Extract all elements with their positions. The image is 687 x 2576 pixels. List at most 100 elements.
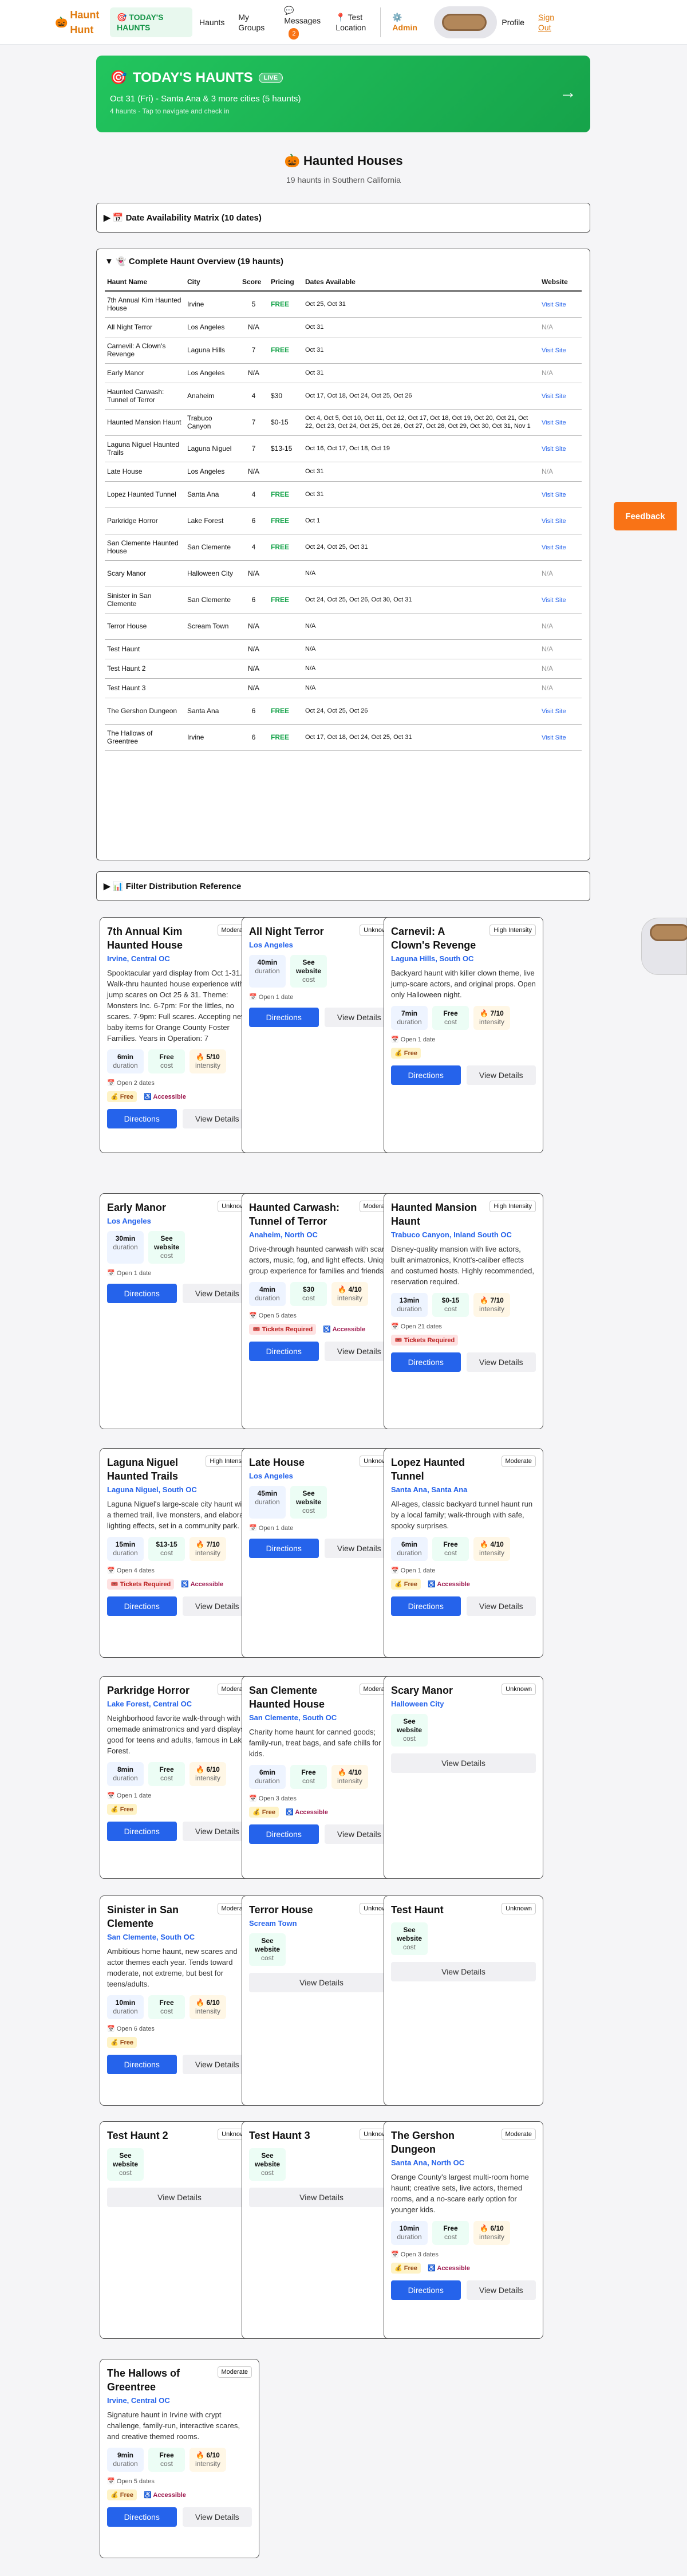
- haunt-title[interactable]: Lopez Haunted Tunnel: [391, 1456, 498, 1483]
- view-details-button[interactable]: View Details: [391, 1753, 536, 1773]
- sign-out-link[interactable]: Sign Out: [538, 12, 561, 33]
- directions-button[interactable]: Directions: [107, 2507, 177, 2527]
- haunt-card[interactable]: Sinister in San Clemente Moderate San Clem…: [100, 1895, 259, 2106]
- view-details-button[interactable]: View Details: [391, 1962, 536, 1981]
- haunt-title[interactable]: Haunted Carwash: Tunnel of Terror: [249, 1201, 356, 1228]
- directions-button[interactable]: Directions: [107, 1284, 177, 1303]
- visit-site-link[interactable]: Visit Site: [542, 597, 566, 604]
- haunt-title[interactable]: Test Haunt: [391, 1903, 444, 1917]
- directions-button[interactable]: Directions: [249, 1539, 319, 1558]
- nav-haunts[interactable]: Haunts: [192, 13, 231, 32]
- visit-site-link[interactable]: Visit Site: [542, 708, 566, 715]
- nav-my-groups[interactable]: My Groups: [231, 7, 277, 37]
- haunt-title[interactable]: Scary Manor: [391, 1684, 453, 1697]
- view-details-button[interactable]: View Details: [466, 1065, 536, 1085]
- directions-button[interactable]: Directions: [391, 1352, 461, 1372]
- nav-profile[interactable]: Profile: [502, 18, 524, 27]
- haunt-card[interactable]: Terror House Unknown Scream Town See websit…: [242, 1895, 401, 2106]
- view-details-button[interactable]: View Details: [466, 1596, 536, 1616]
- visit-site-link[interactable]: Visit Site: [542, 301, 566, 308]
- directions-button[interactable]: Directions: [391, 1065, 461, 1085]
- directions-button[interactable]: Directions: [391, 2280, 461, 2300]
- haunt-title[interactable]: Laguna Niguel Haunted Trails: [107, 1456, 202, 1483]
- city-cell: Scream Town: [185, 613, 240, 640]
- haunt-card[interactable]: Carnevil: A Clown's Revenge High Intensit…: [384, 917, 543, 1153]
- visit-site-link[interactable]: Visit Site: [542, 446, 566, 453]
- haunt-card[interactable]: Lopez Haunted Tunnel Moderate Santa Ana, S…: [384, 1448, 543, 1658]
- visit-site-link[interactable]: Visit Site: [542, 419, 566, 426]
- intensity-tag: Moderate: [501, 2129, 536, 2140]
- wheelchair-icon: ♿: [323, 1326, 331, 1333]
- directions-button[interactable]: Directions: [107, 1109, 177, 1128]
- haunt-title[interactable]: Early Manor: [107, 1201, 166, 1214]
- directions-button[interactable]: Directions: [391, 1596, 461, 1616]
- visit-site-link[interactable]: Visit Site: [542, 518, 566, 525]
- city-cell: San Clemente: [185, 587, 240, 613]
- view-details-button[interactable]: View Details: [249, 2188, 394, 2207]
- nav-test-location[interactable]: 📍 Test Location: [329, 7, 380, 37]
- haunt-card[interactable]: Test Haunt 3 Unknown See website cost View D…: [242, 2121, 401, 2339]
- visit-site-link[interactable]: Visit Site: [542, 393, 566, 400]
- page-title-text: Haunted Houses: [303, 154, 403, 168]
- floating-avatar[interactable]: [641, 918, 687, 975]
- haunt-title[interactable]: All Night Terror: [249, 925, 324, 938]
- haunt-card[interactable]: The Hallows of Greentree Moderate Irvine, …: [100, 2359, 259, 2558]
- date-matrix-toggle[interactable]: ▶ 📅 Date Availability Matrix (10 dates): [96, 203, 590, 233]
- haunt-title[interactable]: Test Haunt 3: [249, 2129, 310, 2142]
- haunt-title[interactable]: 7th Annual Kim Haunted House: [107, 925, 214, 952]
- haunt-card[interactable]: Test Haunt Unknown See website cost View Det…: [384, 1895, 543, 2106]
- haunt-title[interactable]: Parkridge Horror: [107, 1684, 189, 1697]
- filter-distribution-toggle[interactable]: ▶ 📊 Filter Distribution Reference: [96, 871, 590, 901]
- directions-button[interactable]: Directions: [249, 1342, 319, 1361]
- directions-button[interactable]: Directions: [249, 1008, 319, 1027]
- haunt-card[interactable]: Test Haunt 2 Unknown See website cost View D…: [100, 2121, 259, 2339]
- app-logo[interactable]: 🎃 Haunt Hunt: [55, 7, 118, 37]
- haunt-title[interactable]: Test Haunt 2: [107, 2129, 168, 2142]
- haunt-card[interactable]: Scary Manor Unknown Halloween City See webs…: [384, 1676, 543, 1879]
- overview-toggle[interactable]: ▼ 👻 Complete Haunt Overview (19 haunts): [105, 256, 582, 266]
- directions-button[interactable]: Directions: [107, 1596, 177, 1616]
- view-details-button[interactable]: View Details: [107, 2188, 252, 2207]
- todays-haunts-banner[interactable]: 🎯 TODAY'S HAUNTS LIVE Oct 31 (Fri) - Santa…: [96, 56, 590, 132]
- visit-site-link[interactable]: Visit Site: [542, 544, 566, 551]
- dates-cell: Oct 31: [303, 363, 539, 383]
- haunt-card[interactable]: 7th Annual Kim Haunted House Moderate Irvi…: [100, 917, 259, 1153]
- haunt-description: Laguna Niguel's large-scale city haunt w…: [107, 1500, 250, 1530]
- nav-admin[interactable]: ⚙️ Admin: [380, 7, 426, 37]
- website-cell: N/A: [539, 462, 582, 482]
- haunt-title[interactable]: Sinister in San Clemente: [107, 1903, 214, 1930]
- haunt-card[interactable]: Haunted Carwash: Tunnel of Terror Moderat…: [242, 1193, 401, 1429]
- haunt-card[interactable]: San Clemente Haunted House Moderate San Cl…: [242, 1676, 401, 1879]
- view-details-button[interactable]: View Details: [249, 1973, 394, 1992]
- visit-site-link[interactable]: Visit Site: [542, 734, 566, 741]
- haunt-card[interactable]: Parkridge Horror Moderate Lake Forest, Cen…: [100, 1676, 259, 1879]
- haunt-title[interactable]: The Hallows of Greentree: [107, 2366, 214, 2394]
- visit-site-link[interactable]: Visit Site: [542, 347, 566, 354]
- cost-value: Free: [443, 2224, 458, 2232]
- nav-messages[interactable]: 💬 Messages 2: [277, 1, 329, 44]
- haunt-title[interactable]: Terror House: [249, 1903, 313, 1917]
- visit-site-link[interactable]: Visit Site: [542, 491, 566, 498]
- avatar-image: [650, 924, 687, 941]
- directions-button[interactable]: Directions: [249, 1824, 319, 1844]
- haunt-card[interactable]: Late House Unknown Los Angeles 45min duratio…: [242, 1448, 401, 1658]
- haunt-card[interactable]: Haunted Mansion Haunt High Intensity Trabu…: [384, 1193, 543, 1429]
- haunt-card[interactable]: All Night Terror Unknown Los Angeles 40min d…: [242, 917, 401, 1153]
- haunt-title[interactable]: Late House: [249, 1456, 305, 1469]
- haunt-card[interactable]: The Gershon Dungeon Moderate Santa Ana, No…: [384, 2121, 543, 2339]
- haunt-card[interactable]: Early Manor Unknown Los Angeles 30min durati…: [100, 1193, 259, 1429]
- haunt-title[interactable]: San Clemente Haunted House: [249, 1684, 356, 1711]
- view-details-button[interactable]: View Details: [182, 2507, 252, 2527]
- directions-button[interactable]: Directions: [107, 2055, 177, 2074]
- haunt-title[interactable]: Carnevil: A Clown's Revenge: [391, 925, 486, 952]
- haunt-title[interactable]: Haunted Mansion Haunt: [391, 1201, 486, 1228]
- haunt-title[interactable]: The Gershon Dungeon: [391, 2129, 498, 2156]
- nav-todays-haunts[interactable]: 🎯 TODAY'S HAUNTS: [110, 7, 192, 37]
- haunt-card[interactable]: Laguna Niguel Haunted Trails High Intensi…: [100, 1448, 259, 1658]
- directions-button[interactable]: Directions: [107, 1822, 177, 1841]
- view-details-button[interactable]: View Details: [466, 2280, 536, 2300]
- column-header: City: [185, 273, 240, 292]
- profile-avatar[interactable]: [434, 6, 498, 38]
- feedback-button[interactable]: Feedback: [614, 502, 677, 530]
- view-details-button[interactable]: View Details: [466, 1352, 536, 1372]
